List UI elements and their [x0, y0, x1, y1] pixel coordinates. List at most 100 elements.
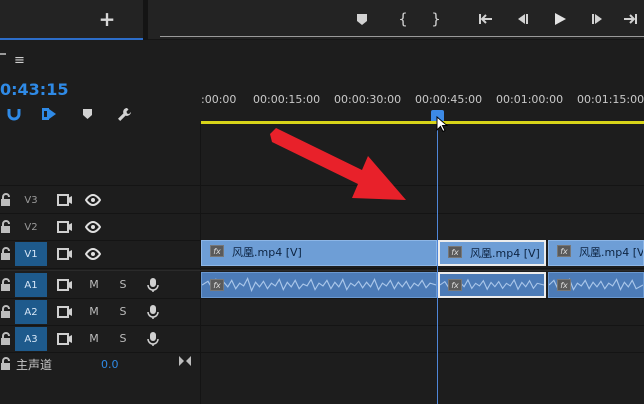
track-target-v2[interactable]: V2 [15, 215, 47, 239]
film-icon[interactable] [57, 305, 73, 319]
go-to-out-button[interactable] [620, 9, 640, 29]
panel-menu-button[interactable]: ≡ [14, 53, 25, 68]
play-button[interactable] [550, 9, 570, 29]
film-icon[interactable] [57, 220, 73, 234]
ruler-label: 00:00:30:00 [334, 93, 402, 106]
master-volume-value[interactable]: 0.0 [101, 358, 119, 371]
track-separator [0, 268, 644, 269]
track-separator [0, 213, 644, 214]
eye-icon[interactable] [85, 220, 101, 234]
add-marker-button[interactable] [352, 9, 372, 29]
track-header-v1[interactable]: V1 [0, 242, 201, 267]
red-arrow-annotation [270, 128, 406, 200]
film-icon[interactable] [57, 193, 73, 207]
track-target-a3[interactable]: A3 [15, 327, 47, 351]
panel-close-icon[interactable] [0, 53, 6, 55]
add-marker-timeline-button[interactable] [77, 104, 97, 124]
marker-icon [357, 13, 367, 25]
track-target-a2[interactable]: A2 [15, 300, 47, 324]
linked-selection-icon [42, 108, 56, 120]
fx-badge: fx [448, 246, 462, 258]
lock-icon[interactable] [0, 305, 12, 319]
play-icon [555, 13, 566, 25]
solo-button[interactable]: S [116, 332, 130, 345]
mic-icon[interactable] [145, 305, 161, 319]
fx-badge: fx [210, 279, 224, 291]
time-ruler[interactable]: :00:00 00:00:15:00 00:00:30:00 00:00:45:… [201, 84, 644, 124]
audio-clip[interactable]: fx [548, 272, 644, 298]
ruler-label: 00:00:15:00 [253, 93, 321, 106]
go-to-end-icon[interactable] [178, 355, 192, 367]
mark-in-button[interactable]: { [393, 9, 413, 29]
track-header-a1[interactable]: A1 M S [0, 273, 201, 298]
playhead-line[interactable] [437, 118, 438, 404]
ruler-label: 00:00:45:00 [415, 93, 483, 106]
track-header-v2[interactable]: V2 [0, 215, 201, 239]
audio-clip[interactable]: fx [201, 272, 437, 298]
playhead-timecode[interactable]: 0:43:15 [0, 80, 68, 99]
step-forward-icon [592, 14, 602, 24]
add-button[interactable]: + [96, 7, 118, 31]
fx-badge: fx [448, 279, 462, 291]
track-header-a3[interactable]: A3 M S [0, 327, 201, 351]
lock-icon[interactable] [0, 332, 12, 346]
video-clip[interactable]: fx 风凰.mp4 [V] [548, 240, 644, 266]
ruler-label: 00:01:15:00 [577, 93, 644, 106]
video-audio-divider [0, 270, 644, 271]
master-track-label: 主声道 [16, 358, 53, 372]
lock-icon[interactable] [0, 357, 12, 371]
go-to-out-icon [624, 14, 637, 24]
video-clip[interactable]: fx 风凰.mp4 [V] [201, 240, 437, 266]
track-header-a2[interactable]: A2 M S [0, 300, 201, 324]
audio-waveform [202, 277, 436, 293]
track-target-a1[interactable]: A1 [15, 273, 47, 297]
linked-selection-button[interactable] [39, 104, 59, 124]
lock-icon[interactable] [0, 247, 12, 261]
mark-out-button[interactable]: } [426, 9, 446, 29]
film-icon[interactable] [57, 332, 73, 346]
fx-badge: fx [210, 245, 224, 257]
mute-button[interactable]: M [87, 332, 101, 345]
fx-badge: fx [557, 245, 571, 257]
eye-icon[interactable] [85, 247, 101, 261]
mute-button[interactable]: M [87, 305, 101, 318]
solo-button[interactable]: S [116, 305, 130, 318]
lock-icon[interactable] [0, 193, 12, 207]
active-panel-highlight [0, 38, 143, 40]
ruler-label: :00:00 [201, 93, 237, 106]
wrench-icon [117, 107, 131, 121]
track-separator [0, 325, 644, 326]
magnet-icon [7, 109, 21, 121]
cursor-icon [436, 116, 448, 132]
go-to-in-button[interactable] [476, 9, 496, 29]
step-back-button[interactable] [512, 9, 532, 29]
track-header-v3[interactable]: V3 [0, 188, 201, 212]
playback-scrub-bar[interactable] [160, 36, 644, 37]
clip-label: 风凰.mp4 [V] [232, 246, 302, 259]
snap-button[interactable] [4, 104, 24, 124]
timeline-settings-button[interactable] [114, 104, 134, 124]
track-target-v1[interactable]: V1 [15, 242, 47, 266]
step-back-icon [518, 14, 528, 24]
step-forward-button[interactable] [588, 9, 608, 29]
clip-label: 风凰.mp4 [V] [470, 247, 540, 260]
ruler-label: 00:01:00:00 [496, 93, 564, 106]
lock-icon[interactable] [0, 220, 12, 234]
video-clip-selected[interactable]: fx 风凰.mp4 [V] [438, 240, 546, 266]
mic-icon[interactable] [145, 332, 161, 346]
marker-icon [82, 109, 92, 119]
fx-badge: fx [557, 279, 571, 291]
go-to-in-icon [479, 14, 492, 24]
eye-icon[interactable] [85, 193, 101, 207]
audio-clip-selected[interactable]: fx [438, 272, 546, 298]
film-icon[interactable] [57, 247, 73, 261]
film-icon[interactable] [57, 278, 73, 292]
solo-button[interactable]: S [116, 278, 130, 291]
clip-label: 风凰.mp4 [V] [579, 246, 644, 259]
mic-icon[interactable] [145, 278, 161, 292]
mute-button[interactable]: M [87, 278, 101, 291]
track-separator [0, 352, 644, 353]
lock-icon[interactable] [0, 278, 12, 292]
track-target-v3[interactable]: V3 [15, 188, 47, 212]
source-panel-strip [0, 0, 143, 40]
